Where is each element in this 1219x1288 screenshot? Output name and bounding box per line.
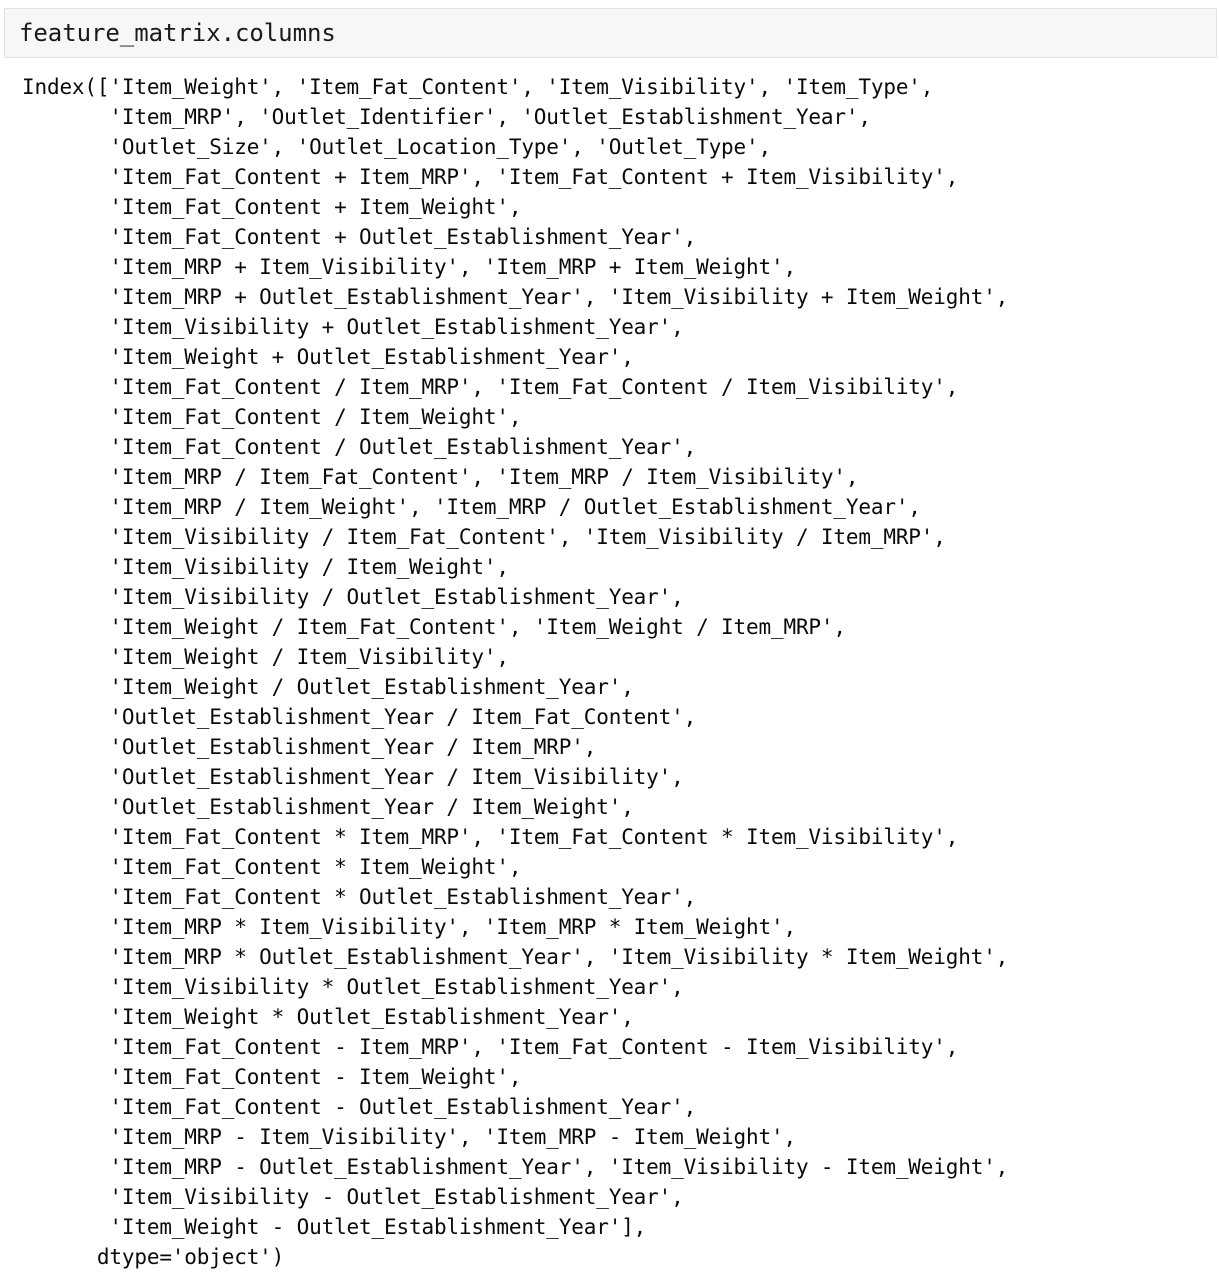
cell-output-area: Index(['Item_Weight', 'Item_Fat_Content'… (0, 72, 1219, 1272)
code-input-cell[interactable]: feature_matrix.columns (4, 8, 1217, 58)
code-source-text[interactable]: feature_matrix.columns (5, 19, 336, 47)
pandas-index-output: Index(['Item_Weight', 'Item_Fat_Content'… (22, 75, 1009, 1269)
notebook-cell: feature_matrix.columns Index(['Item_Weig… (0, 8, 1219, 1272)
